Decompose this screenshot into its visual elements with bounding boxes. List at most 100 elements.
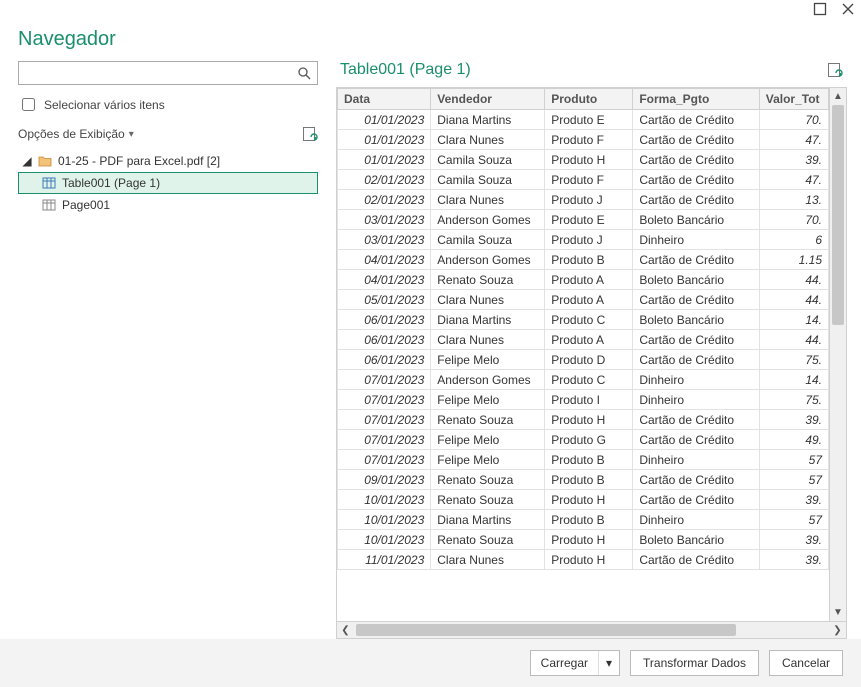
table-cell: Boleto Bancário [633,530,759,550]
table-row[interactable]: 02/01/2023Clara NunesProduto JCartão de … [338,190,829,210]
table-row[interactable]: 07/01/2023Anderson GomesProduto CDinheir… [338,370,829,390]
table-cell: 39. [759,410,828,430]
table-cell: 75. [759,350,828,370]
refresh-preview-icon[interactable] [827,62,843,78]
table-row[interactable]: 03/01/2023Anderson GomesProduto EBoleto … [338,210,829,230]
table-row[interactable]: 04/01/2023Anderson GomesProduto BCartão … [338,250,829,270]
close-icon[interactable] [841,2,855,16]
table-cell: 10/01/2023 [338,490,431,510]
table-cell: Cartão de Crédito [633,470,759,490]
table-cell: Clara Nunes [431,290,545,310]
table-cell: Clara Nunes [431,130,545,150]
table-cell: 47. [759,170,828,190]
table-row[interactable]: 10/01/2023Diana MartinsProduto BDinheiro… [338,510,829,530]
table-cell: 01/01/2023 [338,110,431,130]
table-cell: 05/01/2023 [338,290,431,310]
table-row[interactable]: 01/01/2023Clara NunesProduto FCartão de … [338,130,829,150]
table-row[interactable]: 06/01/2023Clara NunesProduto ACartão de … [338,330,829,350]
table-cell: 75. [759,390,828,410]
table-cell: Cartão de Crédito [633,110,759,130]
folder-icon [38,154,52,168]
table-cell: 06/01/2023 [338,350,431,370]
table-cell: Cartão de Crédito [633,190,759,210]
scroll-thumb[interactable] [832,105,844,325]
horizontal-scrollbar[interactable]: ❮ ❯ [336,622,847,639]
table-cell: Produto H [545,530,633,550]
window-titlebar [0,0,861,24]
cancel-button-label: Cancelar [782,656,830,670]
table-row[interactable]: 07/01/2023Renato SouzaProduto HCartão de… [338,410,829,430]
col-header[interactable]: Valor_Tot [759,89,828,110]
table-cell: Produto C [545,310,633,330]
scroll-thumb[interactable] [356,624,736,636]
table-row[interactable]: 01/01/2023Camila SouzaProduto HCartão de… [338,150,829,170]
table-row[interactable]: 06/01/2023Diana MartinsProduto CBoleto B… [338,310,829,330]
col-header[interactable]: Produto [545,89,633,110]
table-cell: Produto B [545,250,633,270]
table-cell: Produto F [545,170,633,190]
multi-select-checkbox[interactable] [22,98,35,111]
tree-root-label: 01-25 - PDF para Excel.pdf [2] [58,154,220,168]
maximize-icon[interactable] [813,2,827,16]
table-cell: Renato Souza [431,470,545,490]
table-row[interactable]: 10/01/2023Renato SouzaProduto HBoleto Ba… [338,530,829,550]
search-input-wrapper[interactable] [18,61,318,85]
table-cell: 13. [759,190,828,210]
load-button[interactable]: Carregar ▾ [530,650,620,676]
table-cell: 07/01/2023 [338,390,431,410]
chevron-down-icon: ▾ [129,129,134,140]
table-row[interactable]: 10/01/2023Renato SouzaProduto HCartão de… [338,490,829,510]
tree-root[interactable]: ◢ 01-25 - PDF para Excel.pdf [2] [18,150,318,172]
table-row[interactable]: 09/01/2023Renato SouzaProduto BCartão de… [338,470,829,490]
table-cell: Produto E [545,210,633,230]
display-options-dropdown[interactable]: Opções de Exibição ▾ [18,127,134,141]
caret-down-icon[interactable]: ◢ [22,154,32,168]
col-header[interactable]: Data [338,89,431,110]
table-cell: 44. [759,330,828,350]
dialog-title: Navegador [0,24,861,61]
col-header[interactable]: Forma_Pgto [633,89,759,110]
table-cell: Clara Nunes [431,330,545,350]
table-row[interactable]: 07/01/2023Felipe MeloProduto GCartão de … [338,430,829,450]
table-cell: 47. [759,130,828,150]
table-row[interactable]: 02/01/2023Camila SouzaProduto FCartão de… [338,170,829,190]
transform-button[interactable]: Transformar Dados [630,650,759,676]
table-cell: 44. [759,290,828,310]
table-cell: 57 [759,450,828,470]
table-row[interactable]: 01/01/2023Diana MartinsProduto ECartão d… [338,110,829,130]
table-row[interactable]: 07/01/2023Felipe MeloProduto BDinheiro57 [338,450,829,470]
table-cell: 09/01/2023 [338,470,431,490]
scroll-left-arrow-icon[interactable]: ❮ [337,622,354,638]
tree-item-page001[interactable]: Page001 [18,194,318,216]
transform-button-label: Transformar Dados [643,656,746,670]
scroll-down-arrow-icon[interactable]: ▼ [830,604,846,621]
table-cell: 11/01/2023 [338,550,431,570]
vertical-scrollbar[interactable]: ▲ ▼ [829,88,846,621]
table-cell: Clara Nunes [431,190,545,210]
scroll-right-arrow-icon[interactable]: ❯ [829,622,846,638]
col-header[interactable]: Vendedor [431,89,545,110]
table-cell: Produto B [545,510,633,530]
table-cell: 39. [759,530,828,550]
scroll-up-arrow-icon[interactable]: ▲ [830,88,846,105]
table-cell: 04/01/2023 [338,250,431,270]
table-cell: Cartão de Crédito [633,430,759,450]
table-cell: Boleto Bancário [633,310,759,330]
table-row[interactable]: 07/01/2023Felipe MeloProduto IDinheiro75… [338,390,829,410]
cancel-button[interactable]: Cancelar [769,650,843,676]
table-cell: 39. [759,490,828,510]
table-row[interactable]: 06/01/2023Felipe MeloProduto DCartão de … [338,350,829,370]
multi-select-checkbox-row[interactable]: Selecionar vários itens [18,95,318,114]
dialog-footer: Carregar ▾ Transformar Dados Cancelar [0,639,861,687]
table-cell: Produto H [545,490,633,510]
table-row[interactable]: 04/01/2023Renato SouzaProduto ABoleto Ba… [338,270,829,290]
table-row[interactable]: 05/01/2023Clara NunesProduto ACartão de … [338,290,829,310]
table-cell: Produto A [545,270,633,290]
load-dropdown-icon[interactable]: ▾ [599,651,619,675]
refresh-icon[interactable] [302,126,318,142]
search-input[interactable] [25,65,297,81]
tree-item-table001[interactable]: Table001 (Page 1) [18,172,318,194]
table-cell: Produto J [545,230,633,250]
table-row[interactable]: 11/01/2023Clara NunesProduto HCartão de … [338,550,829,570]
table-row[interactable]: 03/01/2023Camila SouzaProduto JDinheiro6 [338,230,829,250]
